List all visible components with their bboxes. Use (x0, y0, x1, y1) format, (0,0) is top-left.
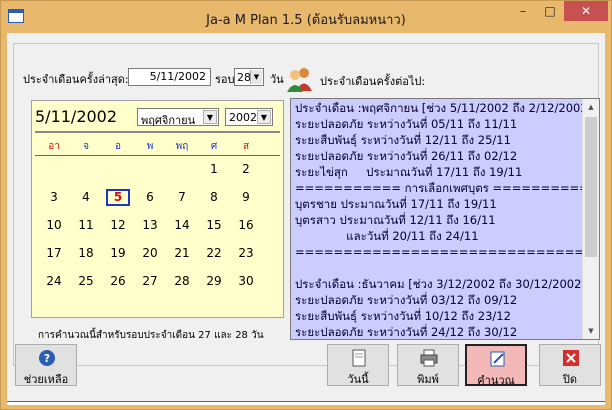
weekday-label: ศ (210, 141, 218, 152)
calendar-day[interactable]: 26 (106, 273, 130, 290)
weekday-divider (35, 155, 280, 156)
today-button[interactable]: วันนี้ (327, 344, 389, 386)
calendar-day[interactable]: 19 (106, 245, 130, 262)
close-icon (563, 350, 579, 366)
weekday-label: พฤ (175, 141, 189, 152)
calendar-day[interactable]: 8 (202, 189, 226, 206)
calendar-day[interactable]: 21 (170, 245, 194, 262)
cycle-value: 28 (237, 71, 251, 84)
people-icon (287, 68, 312, 92)
calendar-day[interactable]: 6 (138, 189, 162, 206)
results-line: บุตรสาว ประมาณวันที่ 12/11 ถึง 16/11 (295, 213, 496, 227)
calendar-day[interactable]: 17 (42, 245, 66, 262)
edit-icon (490, 351, 505, 367)
results-line: บุตรชาย ประมาณวันที่ 17/11 ถึง 19/11 (295, 197, 497, 211)
calendar-day[interactable]: 9 (234, 189, 258, 206)
chevron-down-icon[interactable]: ▼ (203, 110, 217, 124)
calendar-day[interactable]: 25 (74, 273, 98, 290)
close-label: ปิด (562, 373, 578, 386)
month-select[interactable]: พฤศจิกายน ▼ (137, 108, 219, 127)
calendar-day[interactable]: 12 (106, 217, 130, 234)
weekday-label: จ (83, 141, 89, 152)
calendar-day[interactable]: 1 (202, 161, 226, 178)
scroll-down-icon[interactable]: ▼ (583, 323, 599, 339)
calendar-day-selected[interactable]: 5 (106, 189, 130, 206)
results-line: ประจำเดือน :พฤศจิกายน [ช่วง 5/11/2002 ถึ… (295, 101, 593, 115)
calendar-divider (35, 131, 280, 133)
weekday-label: พ (146, 141, 154, 152)
close-button[interactable]: ปิด (539, 344, 601, 386)
results-scrollbar[interactable]: ▲ ▼ (582, 99, 599, 339)
calendar-day[interactable]: 11 (74, 217, 98, 234)
calendar-day[interactable]: 2 (234, 161, 258, 178)
calendar-day[interactable]: 28 (170, 273, 194, 290)
calendar-date: 5/11/2002 (35, 107, 118, 126)
document-icon (352, 349, 366, 367)
client-area: ประจำเดือนครั้งล่าสุด: 5/11/2002 รอบ: 28… (7, 33, 605, 405)
help-label: ช่วยเหลือ (23, 373, 69, 386)
calculate-button[interactable]: คำนวณ (465, 344, 527, 387)
calendar-day[interactable]: 15 (202, 217, 226, 234)
last-period-label: ประจำเดือนครั้งล่าสุด: (23, 73, 129, 86)
maximize-button[interactable]: □ (537, 1, 563, 21)
main-groupbox: ประจำเดือนครั้งล่าสุด: 5/11/2002 รอบ: 28… (13, 43, 600, 366)
chevron-down-icon[interactable]: ▼ (257, 110, 271, 124)
calendar-day[interactable]: 13 (138, 217, 162, 234)
calendar-day[interactable]: 27 (138, 273, 162, 290)
results-line: และวันที่ 20/11 ถึง 24/11 (295, 229, 479, 243)
printer-icon (420, 349, 438, 367)
calendar-day[interactable]: 4 (74, 189, 98, 206)
results-line: ระยะสืบพันธุ์ ระหว่างวันที่ 10/12 ถึง 23… (295, 309, 511, 323)
app-window: Ja-a M Plan 1.5 (ต้อนรับลมหนาว) – □ ✕ ปร… (0, 0, 612, 410)
results-line: ================================= (295, 245, 600, 259)
results-line: =========== การเลือกเพศบุตร =========== (295, 181, 599, 195)
calculate-label: คำนวณ (477, 374, 515, 387)
results-line: ระยะปลอดภัย ระหว่างวันที่ 05/11 ถึง 11/1… (295, 117, 518, 131)
year-select[interactable]: 2002 ▼ (225, 108, 273, 126)
calendar: 5/11/2002 พฤศจิกายน ▼ 2002 ▼ อา จ อ พ พฤ ศ ส 1… (31, 100, 284, 318)
calendar-day[interactable]: 29 (202, 273, 226, 290)
minimize-button[interactable]: – (510, 1, 536, 21)
calendar-day[interactable]: 14 (170, 217, 194, 234)
calendar-day[interactable]: 24 (42, 273, 66, 290)
chevron-down-icon[interactable]: ▼ (250, 70, 262, 84)
calculation-note: การคำนวณนี้สำหรับรอบประจำเดือน 27 และ 28… (38, 330, 264, 341)
calendar-day[interactable]: 18 (74, 245, 98, 262)
weekday-label: อ (114, 141, 121, 152)
cycle-select[interactable]: 28 ▼ (234, 68, 264, 86)
results-line: ระยะปลอดภัย ระหว่างวันที่ 03/12 ถึง 09/1… (295, 293, 518, 307)
status-bar (7, 401, 605, 405)
calendar-day[interactable]: 7 (170, 189, 194, 206)
calendar-day[interactable]: 23 (234, 245, 258, 262)
close-window-button[interactable]: ✕ (564, 1, 608, 21)
print-button[interactable]: พิมพ์ (397, 344, 459, 386)
help-icon: ? (39, 350, 55, 366)
calendar-day[interactable]: 3 (42, 189, 66, 206)
calendar-day[interactable]: 10 (42, 217, 66, 234)
month-value: พฤศจิกายน (141, 114, 196, 127)
calendar-day[interactable]: 20 (138, 245, 162, 262)
title-bar[interactable]: Ja-a M Plan 1.5 (ต้อนรับลมหนาว) – □ ✕ (1, 1, 611, 33)
results-line: ประจำเดือน :ธันวาคม [ช่วง 3/12/2002 ถึง … (295, 277, 586, 291)
year-value: 2002 (229, 111, 257, 124)
results-line: ระยะสืบพันธุ์ ระหว่างวันที่ 12/11 ถึง 25… (295, 133, 511, 147)
weekday-label: ส (242, 141, 250, 152)
results-list[interactable]: ประจำเดือน :พฤศจิกายน [ช่วง 5/11/2002 ถึ… (290, 98, 600, 340)
results-line: ระยะไข่สุก ประมาณวันที่ 17/11 ถึง 19/11 (295, 165, 523, 179)
calendar-day[interactable]: 22 (202, 245, 226, 262)
scroll-up-icon[interactable]: ▲ (583, 99, 599, 115)
weekday-label: อา (48, 141, 60, 152)
last-period-input[interactable]: 5/11/2002 (128, 68, 211, 86)
next-period-label: ประจำเดือนครั้งต่อไป: (320, 75, 426, 88)
print-label: พิมพ์ (417, 373, 439, 386)
results-line: ระยะปลอดภัย ระหว่างวันที่ 26/11 ถึง 02/1… (295, 149, 518, 163)
svg-text:?: ? (44, 352, 50, 365)
results-line: ระยะปลอดภัย ระหว่างวันที่ 24/12 ถึง 30/1… (295, 325, 518, 339)
cycle-unit: วัน (270, 73, 284, 86)
scroll-thumb[interactable] (585, 117, 597, 257)
today-label: วันนี้ (347, 373, 369, 386)
help-button[interactable]: ? ช่วยเหลือ (15, 344, 77, 386)
calendar-day[interactable]: 30 (234, 273, 258, 290)
calendar-day[interactable]: 16 (234, 217, 258, 234)
